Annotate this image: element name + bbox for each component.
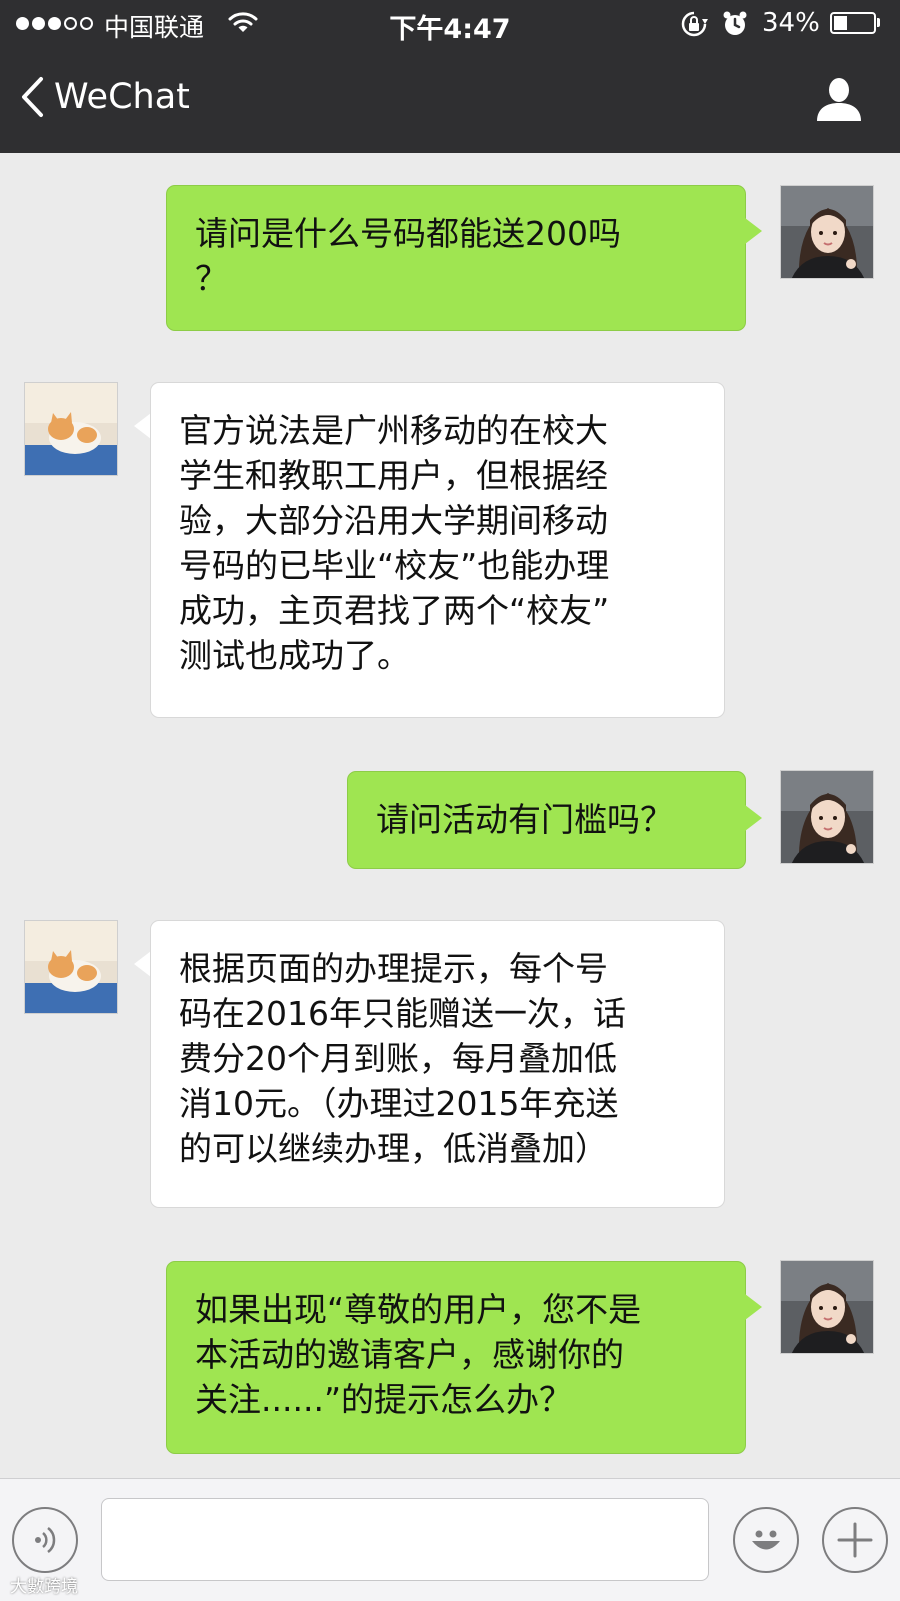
more-button[interactable] bbox=[822, 1507, 888, 1573]
message-bubble[interactable]: 官方说法是广州移动的在校大 学生和教职工用户，但根据经 验，大部分沿用大学期间移… bbox=[150, 382, 725, 718]
plus-icon bbox=[837, 1522, 873, 1558]
voice-icon bbox=[35, 1527, 56, 1553]
battery-icon bbox=[830, 12, 876, 34]
alarm-icon bbox=[722, 10, 748, 42]
person-icon bbox=[817, 78, 861, 121]
battery-percent: 34% bbox=[762, 8, 820, 38]
emoji-button[interactable] bbox=[733, 1507, 799, 1573]
bubble-tail bbox=[745, 805, 762, 831]
battery-level bbox=[834, 16, 847, 30]
bubble-tail bbox=[745, 218, 762, 244]
message-bubble[interactable]: 根据页面的办理提示，每个号 码在2016年只能赠送一次，话 费分20个月到账，每… bbox=[150, 920, 725, 1208]
message-input[interactable] bbox=[101, 1498, 709, 1581]
voice-button[interactable] bbox=[12, 1507, 78, 1573]
user-avatar[interactable] bbox=[780, 1260, 874, 1354]
message-bubble[interactable]: 如果出现“尊敬的用户，您不是 本活动的邀请客户，感谢你的 关注......”的提… bbox=[166, 1261, 746, 1454]
top-bar: 中国联通 下午4:47 34% WeChat bbox=[0, 0, 900, 153]
chat-info-button[interactable] bbox=[815, 76, 863, 126]
bubble-tail bbox=[745, 1294, 762, 1320]
message-bubble[interactable]: 请问是什么号码都能送200吗 ？ bbox=[166, 185, 746, 331]
rotation-lock-icon bbox=[680, 10, 708, 42]
battery-tip bbox=[877, 18, 880, 27]
bubble-tail bbox=[134, 413, 151, 439]
input-bar bbox=[0, 1478, 900, 1601]
emoji-icon bbox=[752, 1530, 780, 1550]
watermark-text: 大數跨境 bbox=[10, 1577, 78, 1597]
cat-avatar[interactable] bbox=[24, 920, 118, 1014]
message-bubble[interactable]: 请问活动有门槛吗？ bbox=[347, 771, 746, 869]
back-button[interactable]: WeChat bbox=[20, 76, 190, 118]
back-label: WeChat bbox=[54, 77, 190, 117]
user-avatar[interactable] bbox=[780, 185, 874, 279]
user-avatar[interactable] bbox=[780, 770, 874, 864]
cat-avatar[interactable] bbox=[24, 382, 118, 476]
status-bar: 中国联通 下午4:47 34% bbox=[0, 0, 900, 50]
bubble-tail bbox=[134, 951, 151, 977]
chevron-left-icon bbox=[22, 77, 43, 117]
